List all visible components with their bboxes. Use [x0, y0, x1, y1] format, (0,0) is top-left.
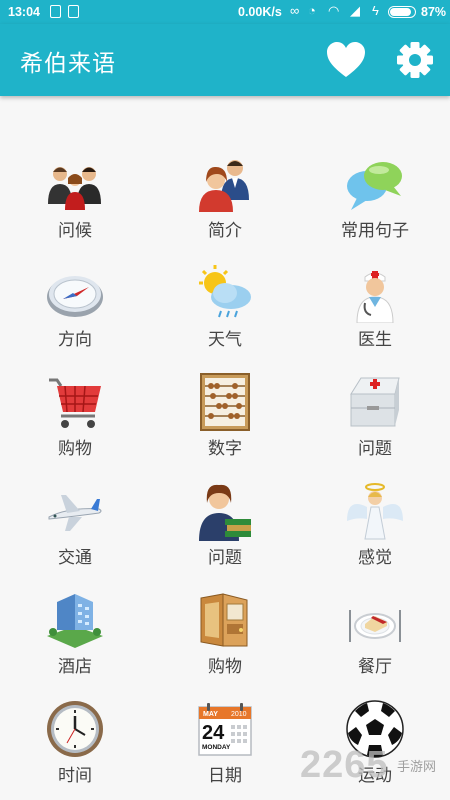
category-label: 时间: [58, 766, 92, 786]
calendar-month: MAY: [203, 711, 218, 718]
greeting-people-icon: [48, 167, 101, 210]
category-doctor[interactable]: 医生: [300, 259, 450, 368]
signal-icon: ◢: [350, 3, 360, 18]
category-common-sentences[interactable]: 常用句子: [300, 150, 450, 259]
category-label: 问题: [208, 548, 242, 568]
category-label: 餐厅: [358, 657, 392, 677]
watermark-site: 手游网: [397, 760, 437, 775]
category-label: 交通: [58, 548, 92, 568]
category-date[interactable]: MAY 2010 24 MONDAY 日期: [150, 695, 300, 800]
compass-icon: [47, 276, 103, 317]
category-label: 问题: [358, 439, 392, 459]
battery-icon: [388, 6, 416, 18]
category-label: 酒店: [58, 657, 92, 677]
battery-percent: 87%: [421, 5, 447, 19]
watermark: 2265 手游网: [300, 744, 450, 794]
app-title: 希伯来语: [20, 51, 116, 77]
category-label: 购物: [208, 657, 242, 677]
status-bar: 13:04 0.00K/s ∞ ◔ ◠ ◢ ϟ 87%: [0, 0, 450, 24]
category-time[interactable]: 时间: [0, 695, 150, 800]
app-bar: 希伯来语: [0, 24, 450, 96]
category-label: 数字: [208, 439, 242, 459]
speech-bubbles-icon: [347, 162, 402, 210]
calendar-year: 2010: [231, 711, 247, 718]
abacus-icon: [200, 373, 250, 431]
alarm-icon: ◔: [308, 3, 316, 18]
watermark-number: 2265: [300, 744, 389, 786]
category-label: 简介: [208, 221, 242, 241]
category-feelings[interactable]: 感觉: [300, 477, 450, 586]
student-books-icon: [199, 484, 251, 541]
restaurant-plate-icon: [349, 610, 401, 642]
category-label: 日期: [208, 766, 242, 786]
hotel-building-icon: [47, 594, 103, 648]
category-restaurant[interactable]: 餐厅: [300, 586, 450, 695]
category-introduction[interactable]: 简介: [150, 150, 300, 259]
category-label: 天气: [208, 330, 242, 350]
network-speed: 0.00K/s: [238, 5, 282, 19]
category-problems[interactable]: 问题: [300, 368, 450, 477]
category-numbers[interactable]: 数字: [150, 368, 300, 477]
sync-icon: ∞: [290, 3, 300, 18]
wifi-icon: ◠: [328, 3, 340, 18]
category-transport[interactable]: 交通: [0, 477, 150, 586]
weather-icon: [199, 265, 251, 318]
angel-icon: [347, 483, 403, 540]
calendar-day: 24: [202, 722, 225, 744]
category-questions[interactable]: 问题: [150, 477, 300, 586]
airplane-icon: [48, 495, 102, 531]
category-label: 医生: [358, 330, 392, 350]
category-label: 方向: [58, 330, 92, 350]
category-label: 感觉: [358, 548, 392, 568]
category-hotel[interactable]: 酒店: [0, 586, 150, 695]
category-label: 购物: [58, 439, 92, 459]
doctor-icon: [356, 271, 394, 323]
category-shopping-2[interactable]: 购物: [150, 586, 300, 695]
first-aid-kit-icon: [350, 377, 400, 427]
wallet-icon: [200, 593, 248, 647]
category-shopping[interactable]: 购物: [0, 368, 150, 477]
calendar-weekday: MONDAY: [202, 744, 231, 751]
notification-icon: [50, 5, 61, 18]
status-time: 13:04: [8, 5, 40, 19]
notification-icon: [68, 5, 79, 18]
category-greeting[interactable]: 问候: [0, 150, 150, 259]
category-label: 问候: [58, 221, 92, 241]
shopping-cart-icon: [49, 378, 101, 428]
category-label: 常用句子: [341, 221, 409, 241]
category-weather[interactable]: 天气: [150, 259, 300, 368]
charging-icon: ϟ: [372, 3, 379, 18]
calendar-icon: MAY 2010 24 MONDAY: [198, 703, 252, 756]
category-direction[interactable]: 方向: [0, 259, 150, 368]
introduction-people-icon: [199, 160, 249, 212]
heart-icon[interactable]: [326, 41, 366, 79]
gear-icon[interactable]: [396, 41, 434, 79]
clock-icon: [47, 701, 103, 757]
